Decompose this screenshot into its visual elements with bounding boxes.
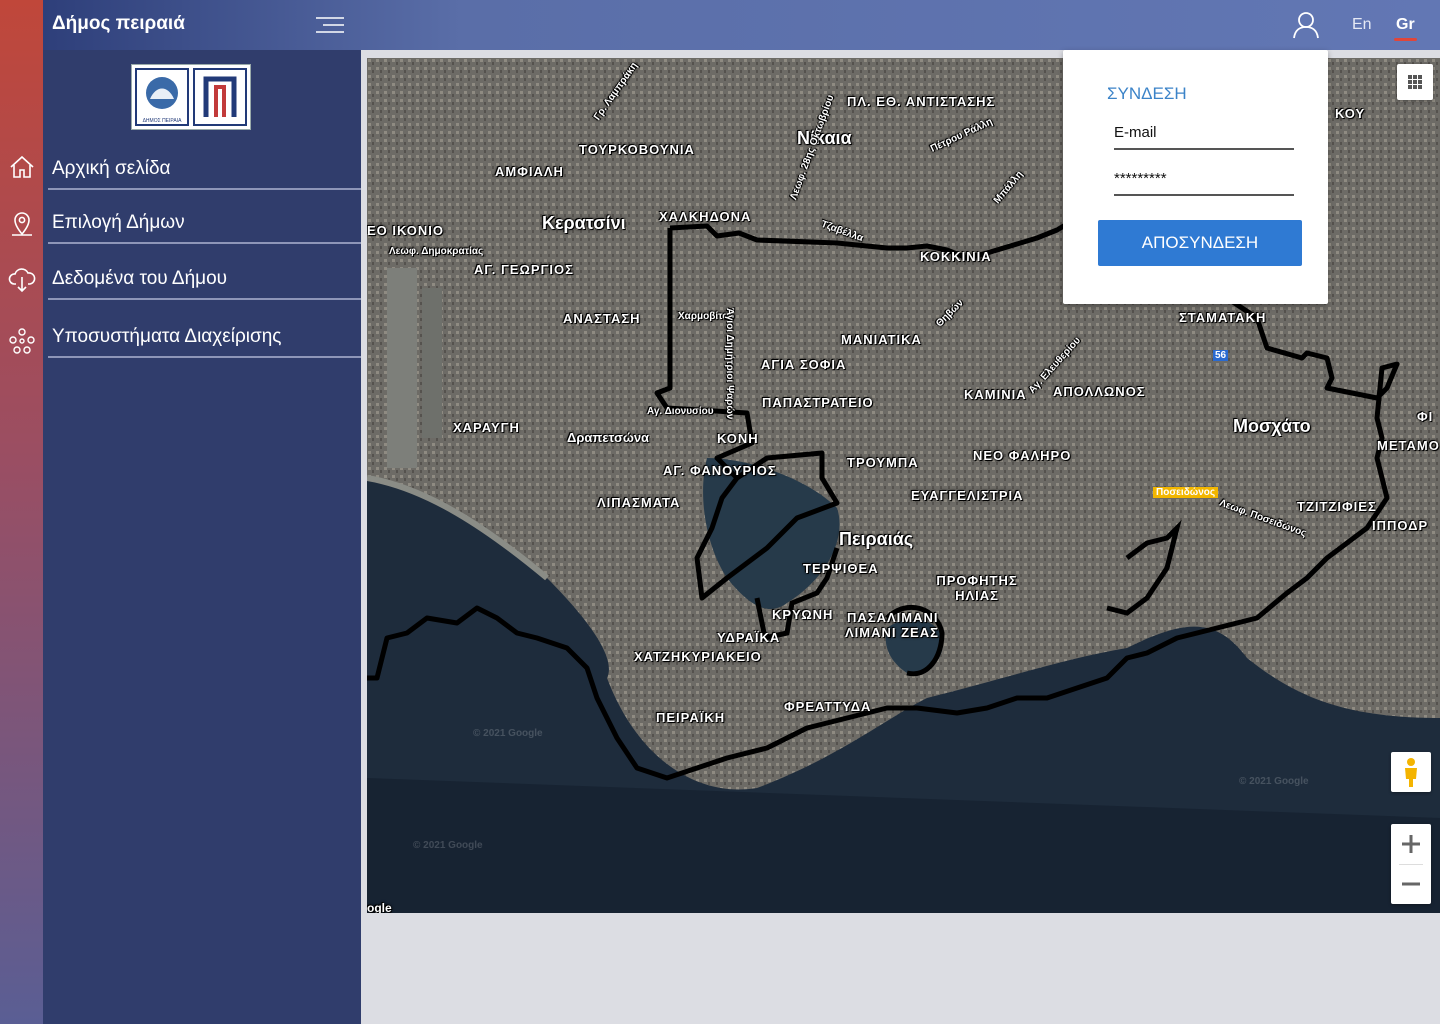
map-label: ΑΓ. ΓΕΩΡΓΙΟΣ bbox=[474, 262, 574, 277]
password-field[interactable] bbox=[1114, 162, 1294, 196]
map-label: ΚΡΥΩΝΗ bbox=[772, 607, 834, 622]
cloud-download-icon[interactable] bbox=[7, 264, 37, 294]
map-label: ΑΠΟΛΛΩΝΟΣ bbox=[1053, 384, 1146, 399]
map-watermark: © 2021 Google bbox=[1239, 776, 1309, 787]
map-label: Άγιοι Δημήτριοι Ψαρών bbox=[724, 308, 735, 420]
top-bar: Δήμος πειραιά En Gr bbox=[43, 0, 1440, 50]
map-label: ΚΑΜΙΝΙΑ bbox=[964, 387, 1027, 402]
sidebar-item-municipality-data[interactable]: Δεδομένα του Δήμου bbox=[48, 264, 361, 300]
map-label: ΑΝΑΣΤΑΣΗ bbox=[563, 311, 641, 326]
map-label: ΑΓ. ΦΑΝΟΥΡΙΟΣ bbox=[663, 463, 777, 478]
map-label: ΣΤΑΜΑΤΑΚΗ bbox=[1179, 310, 1267, 325]
map-label: ΕΟ ΙΚΟΝΙΟ bbox=[367, 223, 445, 238]
user-icon[interactable] bbox=[1291, 10, 1321, 40]
map-label: Αγ. Διονυσίου bbox=[647, 406, 714, 417]
map-label: ΙΠΠΟΔΡ bbox=[1372, 518, 1429, 533]
hamburger-menu-icon[interactable] bbox=[315, 15, 345, 35]
map-label: Δραπετσώνα bbox=[567, 430, 650, 445]
map-label: ΜΕΤΑΜΟ bbox=[1377, 438, 1440, 453]
map-attribution: ogle bbox=[367, 901, 392, 913]
map-label: ΠΡΟΦΗΤΗΣ ΗΛΙΑΣ bbox=[936, 573, 1018, 603]
sidebar-item-subsystems[interactable]: Υποσυστήματα Διαχείρισης bbox=[48, 322, 361, 358]
sidebar-item-label: Επιλογή Δήμων bbox=[52, 212, 185, 233]
map-label: ΛΙΠΑΣΜΑΤΑ bbox=[597, 495, 681, 510]
map-label: ΕΥΑΓΓΕΛΙΣΤΡΙΑ bbox=[911, 488, 1024, 503]
map-label: ΧΑΛΚΗΔΟΝΑ bbox=[659, 209, 752, 224]
svg-text:ΔΗΜΟΣ ΠΕΙΡΑΙΑ: ΔΗΜΟΣ ΠΕΙΡΑΙΑ bbox=[143, 118, 183, 124]
app-title: Δήμος πειραιά bbox=[52, 13, 185, 34]
home-icon[interactable] bbox=[7, 152, 37, 182]
zoom-out-button[interactable] bbox=[1391, 864, 1431, 904]
sidebar-item-label: Δεδομένα του Δήμου bbox=[52, 268, 228, 289]
login-panel: ΣΥΝΔΕΣΗ ΑΠΟΣΥΝΔΕΣΗ bbox=[1063, 50, 1328, 304]
grid-icon bbox=[1408, 75, 1422, 89]
sidebar: ΔΗΜΟΣ ΠΕΙΡΑΙΑ Αρχική σελίδα Επιλογή Δήμω… bbox=[43, 50, 361, 1024]
map-label: Πειραιάς bbox=[839, 529, 914, 549]
map-label: ΑΓΙΑ ΣΟΦΙΑ bbox=[761, 357, 847, 372]
street-view-button[interactable] bbox=[1391, 752, 1431, 792]
map-label: ΤΟΥΡΚΟΒΟΥΝΙΑ bbox=[579, 142, 695, 157]
municipality-logo: ΔΗΜΟΣ ΠΕΙΡΑΙΑ bbox=[131, 64, 251, 130]
network-icon[interactable] bbox=[7, 326, 37, 356]
left-icon-rail bbox=[0, 0, 43, 1024]
map-label: ΠΕΙΡΑΪΚΗ bbox=[656, 710, 726, 725]
login-title: ΣΥΝΔΕΣΗ bbox=[1107, 84, 1187, 103]
map-label: 56 bbox=[1213, 350, 1229, 361]
map-label: ΤΖΙΤΖΙΦΙΕΣ bbox=[1297, 499, 1377, 514]
map-label: Κερατσίνι bbox=[542, 213, 626, 233]
map-label: ΤΡΟΥΜΠΑ bbox=[847, 455, 919, 470]
map-type-button[interactable] bbox=[1397, 64, 1433, 100]
logout-button[interactable]: ΑΠΟΣΥΝΔΕΣΗ bbox=[1098, 220, 1302, 266]
map-label: ΦΙ bbox=[1417, 409, 1434, 424]
sidebar-item-home[interactable]: Αρχική σελίδα bbox=[48, 154, 361, 190]
zoom-control bbox=[1391, 824, 1431, 904]
map-label: Λεωφ. Δημοκρατίας bbox=[389, 246, 484, 257]
lang-gr-link[interactable]: Gr bbox=[1394, 16, 1417, 41]
map-label: ΠΛ. ΕΘ. ΑΝΤΙΣΤΑΣΗΣ bbox=[847, 94, 996, 109]
map-label: ΧΑΤΖΗΚΥΡΙΑΚΕΙΟ bbox=[634, 649, 762, 664]
sidebar-item-label: Υποσυστήματα Διαχείρισης bbox=[52, 326, 282, 347]
sidebar-item-municipalities[interactable]: Επιλογή Δήμων bbox=[48, 208, 361, 244]
map-label: Μοσχάτο bbox=[1233, 416, 1311, 436]
map-watermark: © 2021 Google bbox=[473, 728, 543, 739]
map-pin-icon[interactable] bbox=[7, 208, 37, 238]
map-label: ΝΕΟ ΦΑΛΗΡΟ bbox=[973, 448, 1072, 463]
sidebar-item-label: Αρχική σελίδα bbox=[52, 158, 171, 179]
map-label: ΑΜΦΙΑΛΗ bbox=[495, 164, 564, 179]
map-label: ΦΡΕΑΤΤΥΔΑ bbox=[784, 699, 872, 714]
map-label: ΚΟΝΗ bbox=[717, 431, 759, 446]
map-label: ΥΔΡΑΪΚΑ bbox=[717, 630, 781, 645]
minus-icon bbox=[1402, 882, 1420, 886]
map-label: ΧΑΡΑΥΓΗ bbox=[453, 420, 520, 435]
pegman-icon bbox=[1405, 758, 1417, 787]
map-label: ΚΟΥ bbox=[1335, 106, 1366, 121]
map-label: Νίκαια bbox=[797, 128, 852, 148]
plus-icon bbox=[1402, 835, 1420, 853]
map-label: ΠΑΣΑΛΙΜΑΝΙ bbox=[847, 610, 939, 625]
map-label: Ποσειδώνος bbox=[1153, 487, 1219, 498]
map-label: ΠΑΠΑΣΤΡΑΤΕΙΟ bbox=[762, 395, 874, 410]
map-label: ΜΑΝΙΑΤΙΚΑ bbox=[841, 332, 922, 347]
zoom-in-button[interactable] bbox=[1391, 824, 1431, 864]
email-field[interactable] bbox=[1114, 116, 1294, 150]
lang-en-link[interactable]: En bbox=[1352, 16, 1372, 34]
map-label: ΛΙΜΑΝΙ ΖΕΑΣ bbox=[845, 625, 939, 640]
map-label: ΤΕΡΨΙΘΕΑ bbox=[803, 561, 879, 576]
map-label: ΚΟΚΚΙΝΙΑ bbox=[920, 249, 992, 264]
map-watermark: © 2021 Google bbox=[413, 840, 483, 851]
